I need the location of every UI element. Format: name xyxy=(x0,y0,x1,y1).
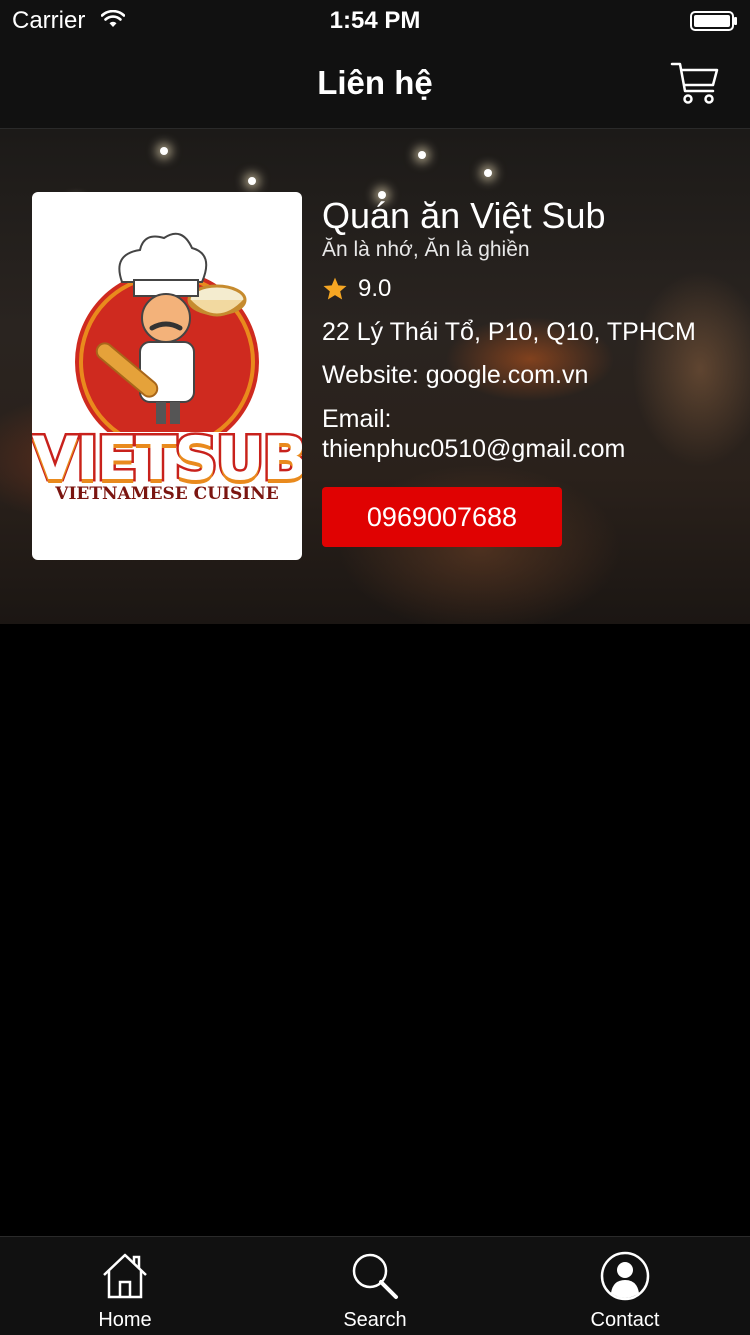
address: 22 Lý Thái Tổ, P10, Q10, TPHCM xyxy=(322,318,696,346)
rating: 9.0 xyxy=(322,274,742,304)
tab-search-label: Search xyxy=(343,1309,407,1331)
navigation-bar: Liên hệ xyxy=(0,40,750,129)
status-time: 1:54 PM xyxy=(329,7,421,34)
tab-contact-label: Contact xyxy=(590,1309,660,1331)
tab-bar: Home Search Contact xyxy=(0,1236,750,1335)
restaurant-slogan: Ăn là nhớ, Ăn là ghiền xyxy=(322,238,530,261)
tab-contact[interactable]: Contact xyxy=(500,1237,750,1335)
chef-mascot xyxy=(75,232,259,432)
restaurant-info: Quán ăn Việt Sub Ăn là nhớ, Ăn là ghiền … xyxy=(322,196,742,464)
email-link[interactable]: thienphuc0510@gmail.com xyxy=(322,434,742,464)
email-label: Email: xyxy=(322,405,392,433)
logo-subtitle: VIETNAMESE CUISINE xyxy=(55,484,279,504)
page-title: Liên hệ xyxy=(317,64,433,101)
tab-search[interactable]: Search xyxy=(250,1237,500,1335)
home-icon xyxy=(103,1253,147,1299)
tab-home-label: Home xyxy=(98,1309,152,1331)
search-icon xyxy=(352,1253,398,1299)
status-bar: Carrier 1:54 PM xyxy=(0,0,750,40)
website-link[interactable]: Website: google.com.vn xyxy=(322,361,742,390)
battery-icon xyxy=(690,11,737,31)
restaurant-logo: VIETSUB VIETNAMESE CUISINE xyxy=(32,192,302,560)
call-phone-button[interactable]: 0969007688 xyxy=(322,487,562,547)
rating-value: 9.0 xyxy=(358,275,392,302)
tab-home[interactable]: Home xyxy=(0,1237,250,1335)
restaurant-name: Quán ăn Việt Sub xyxy=(322,195,606,236)
restaurant-hero: VIETSUB VIETNAMESE CUISINE Quán ăn Việt … xyxy=(0,129,750,624)
cart-icon[interactable] xyxy=(670,58,720,108)
star-icon xyxy=(323,277,347,300)
contact-icon xyxy=(600,1251,650,1301)
